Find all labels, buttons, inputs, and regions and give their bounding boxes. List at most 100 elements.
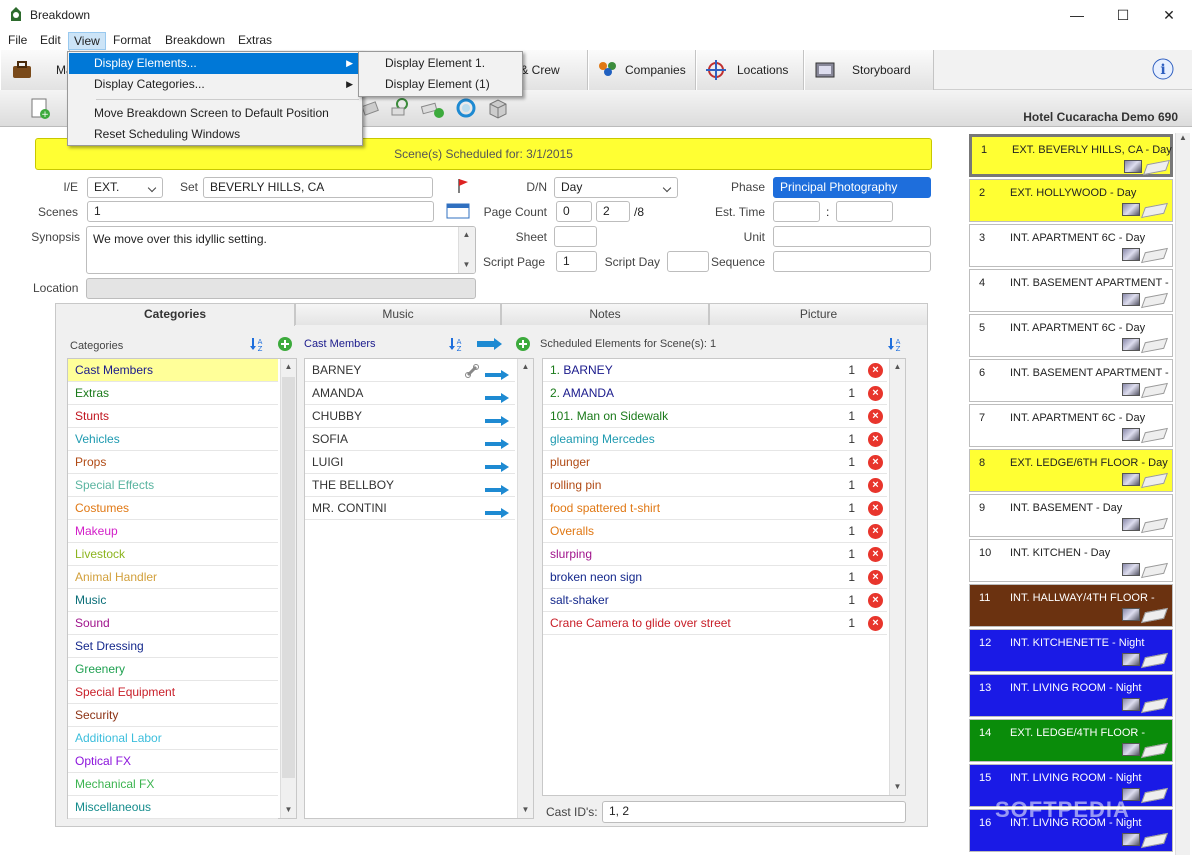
category-item[interactable]: Optical FX <box>68 750 278 773</box>
tab-categories[interactable]: Categories <box>55 303 295 326</box>
remove-icon[interactable]: × <box>868 386 883 401</box>
cast-member-item[interactable]: CHUBBY <box>305 405 515 428</box>
submenu-item-display-element-1[interactable]: Display Element 1. <box>360 53 521 74</box>
page-count-whole-field[interactable]: 0 <box>556 201 592 222</box>
help-icon[interactable]: i <box>1152 58 1174 80</box>
strip-item[interactable]: 8 EXT. LEDGE/6TH FLOOR - Day <box>969 449 1173 492</box>
strip-item[interactable]: 12 INT. KITCHENETTE - Night <box>969 629 1173 672</box>
scheduled-element-row[interactable]: rolling pin 1 × <box>543 474 887 497</box>
script-page-field[interactable]: 1 <box>556 251 597 272</box>
tab-storyboard[interactable]: Storyboard <box>804 50 934 90</box>
scenes-field[interactable]: 1 <box>87 201 434 222</box>
tab-music[interactable]: Music <box>295 303 501 325</box>
category-item[interactable]: Makeup <box>68 520 278 543</box>
sequence-field[interactable] <box>773 251 931 272</box>
storyboard-thumb-icon[interactable] <box>1122 293 1140 306</box>
link-icon[interactable] <box>465 363 479 378</box>
ie-select[interactable]: EXT. <box>87 177 163 198</box>
scroll-up-icon[interactable]: ▲ <box>459 227 474 243</box>
category-item[interactable]: Props <box>68 451 278 474</box>
strip-item[interactable]: 11 INT. HALLWAY/4TH FLOOR - <box>969 584 1173 627</box>
menu-breakdown[interactable]: Breakdown <box>160 32 230 50</box>
tool-icon[interactable] <box>360 98 380 118</box>
strip-item[interactable]: 10 INT. KITCHEN - Day <box>969 539 1173 582</box>
strip-icon[interactable] <box>1141 292 1168 309</box>
storyboard-thumb-icon[interactable] <box>1122 563 1140 576</box>
search-scene-icon[interactable] <box>390 96 412 118</box>
cast-member-item[interactable]: BARNEY <box>305 359 515 382</box>
strip-item[interactable]: 13 INT. LIVING ROOM - Night <box>969 674 1173 717</box>
add-arrow-icon[interactable] <box>485 503 509 518</box>
add-arrow-icon[interactable] <box>485 365 509 380</box>
strip-item[interactable]: 6 INT. BASEMENT APARTMENT - <box>969 359 1173 402</box>
remove-icon[interactable]: × <box>868 547 883 562</box>
storyboard-thumb-icon[interactable] <box>1124 160 1142 173</box>
strip-icon[interactable] <box>1143 159 1170 176</box>
category-item[interactable]: Set Dressing <box>68 635 278 658</box>
add-arrow-icon[interactable] <box>485 411 509 426</box>
storyboard-thumb-icon[interactable] <box>1122 203 1140 216</box>
scroll-up-icon[interactable]: ▲ <box>1176 133 1190 142</box>
flag-icon[interactable] <box>456 178 470 194</box>
category-item[interactable]: Cast Members <box>68 359 278 382</box>
tab-notes[interactable]: Notes <box>501 303 709 325</box>
submenu-item-display-element-paren[interactable]: Display Element (1) <box>360 74 521 95</box>
strip-icon[interactable] <box>1141 562 1168 579</box>
storyboard-thumb-icon[interactable] <box>1122 428 1140 441</box>
location-field[interactable] <box>86 278 476 299</box>
sort-az-icon[interactable]: AZ <box>887 336 903 352</box>
strip-icon[interactable] <box>1141 607 1168 624</box>
maximize-button[interactable]: ☐ <box>1100 0 1146 30</box>
scheduled-element-row[interactable]: gleaming Mercedes 1 × <box>543 428 887 451</box>
sort-az-icon[interactable]: AZ <box>448 336 464 352</box>
unit-field[interactable] <box>773 226 931 247</box>
remove-icon[interactable]: × <box>868 363 883 378</box>
category-item[interactable]: Special Effects <box>68 474 278 497</box>
refresh-icon[interactable] <box>455 97 477 119</box>
category-item[interactable]: Greenery <box>68 658 278 681</box>
scheduled-element-row[interactable]: 101. Man on Sidewalk 1 × <box>543 405 887 428</box>
est-time-hours-field[interactable] <box>773 201 820 222</box>
tab-companies[interactable]: Companies <box>588 50 696 90</box>
remove-icon[interactable]: × <box>868 501 883 516</box>
scroll-up-icon[interactable]: ▲ <box>281 359 296 375</box>
scroll-up-icon[interactable]: ▲ <box>890 359 905 375</box>
strip-item[interactable]: 5 INT. APARTMENT 6C - Day <box>969 314 1173 357</box>
page-count-eighths-field[interactable]: 2 <box>596 201 630 222</box>
strip-icon[interactable] <box>1141 247 1168 264</box>
scroll-thumb[interactable] <box>282 377 295 778</box>
remove-icon[interactable]: × <box>868 524 883 539</box>
category-item[interactable]: Vehicles <box>68 428 278 451</box>
est-time-minutes-field[interactable] <box>836 201 893 222</box>
storyboard-thumb-icon[interactable] <box>1122 698 1140 711</box>
scheduled-element-row[interactable]: Overalls 1 × <box>543 520 887 543</box>
scheduled-element-row[interactable]: 1. BARNEY 1 × <box>543 359 887 382</box>
remove-icon[interactable]: × <box>868 455 883 470</box>
storyboard-thumb-icon[interactable] <box>1122 608 1140 621</box>
sort-az-icon[interactable]: AZ <box>249 336 265 352</box>
dn-select[interactable]: Day <box>554 177 678 198</box>
strip-icon[interactable] <box>1141 382 1168 399</box>
set-field[interactable]: BEVERLY HILLS, CA <box>203 177 433 198</box>
menu-item-move-default[interactable]: Move Breakdown Screen to Default Positio… <box>69 103 361 124</box>
tab-main[interactable]: Ma <box>0 50 73 90</box>
remove-icon[interactable]: × <box>868 570 883 585</box>
strip-icon[interactable] <box>1141 472 1168 489</box>
minimize-button[interactable]: — <box>1054 0 1100 30</box>
strip-item[interactable]: 1 EXT. BEVERLY HILLS, CA - Day <box>969 134 1173 177</box>
add-all-arrow-icon[interactable] <box>477 338 503 350</box>
strip-icon[interactable] <box>1141 652 1168 669</box>
scroll-down-icon[interactable]: ▼ <box>518 802 533 818</box>
menu-item-display-elements[interactable]: Display Elements... ▶ <box>69 53 361 74</box>
menu-format[interactable]: Format <box>108 32 156 50</box>
strip-item[interactable]: 3 INT. APARTMENT 6C - Day <box>969 224 1173 267</box>
scroll-down-icon[interactable]: ▼ <box>281 802 296 818</box>
storyboard-thumb-icon[interactable] <box>1122 833 1140 846</box>
tab-locations[interactable]: Locations <box>696 50 804 90</box>
strip-icon[interactable] <box>1141 517 1168 534</box>
cast-member-item[interactable]: LUIGI <box>305 451 515 474</box>
menu-edit[interactable]: Edit <box>35 32 66 50</box>
add-arrow-icon[interactable] <box>485 457 509 472</box>
categories-scrollbar[interactable]: ▲ ▼ <box>280 359 296 818</box>
scheduled-element-row[interactable]: salt-shaker 1 × <box>543 589 887 612</box>
